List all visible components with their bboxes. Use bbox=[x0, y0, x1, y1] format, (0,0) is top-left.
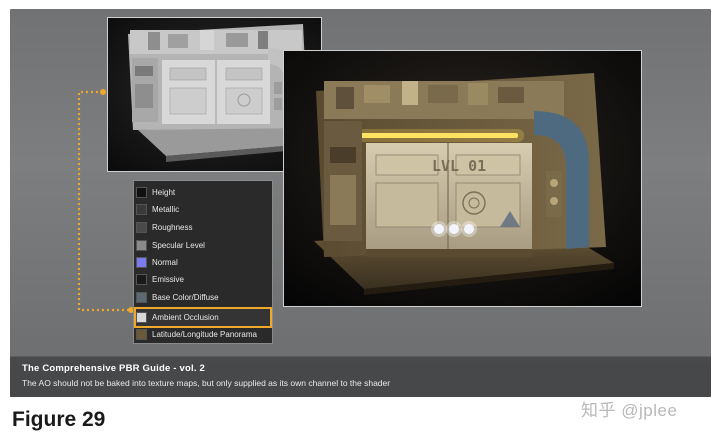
ambient-occlusion-swatch bbox=[136, 312, 147, 323]
channel-specular-level[interactable]: Specular Level bbox=[136, 237, 270, 254]
caption-title: The Comprehensive PBR Guide - vol. 2 bbox=[22, 363, 205, 374]
figure-panel: LVL 01 Height Metallic Roughness Specula… bbox=[10, 9, 711, 397]
specular-swatch bbox=[136, 240, 147, 251]
panorama-swatch bbox=[136, 329, 147, 340]
channel-label: Height bbox=[152, 188, 176, 197]
emissive-swatch bbox=[136, 274, 147, 285]
base-color-swatch bbox=[136, 292, 147, 303]
caption-bar: The Comprehensive PBR Guide - vol. 2 The… bbox=[10, 356, 711, 397]
channel-label: Normal bbox=[152, 258, 178, 267]
caption-text: The AO should not be baked into texture … bbox=[22, 378, 391, 388]
channel-panorama[interactable]: Latitude/Longitude Panorama bbox=[136, 326, 270, 343]
channel-height[interactable]: Height bbox=[136, 184, 270, 201]
channel-label: Specular Level bbox=[152, 241, 205, 250]
channel-label: Ambient Occlusion bbox=[152, 313, 219, 322]
channel-ambient-occlusion[interactable]: Ambient Occlusion bbox=[134, 307, 272, 328]
channel-roughness[interactable]: Roughness bbox=[136, 219, 270, 236]
watermark: 知乎 @jplee bbox=[581, 401, 678, 420]
channel-menu: Height Metallic Roughness Specular Level… bbox=[133, 180, 273, 344]
metallic-swatch bbox=[136, 204, 147, 215]
channel-normal[interactable]: Normal bbox=[136, 254, 270, 271]
height-swatch bbox=[136, 187, 147, 198]
channel-label: Latitude/Longitude Panorama bbox=[152, 330, 257, 339]
channel-emissive[interactable]: Emissive bbox=[136, 271, 270, 288]
figure-label: Figure 29 bbox=[12, 408, 106, 431]
channel-base-color[interactable]: Base Color/Diffuse bbox=[136, 289, 270, 306]
channel-label: Roughness bbox=[152, 223, 193, 232]
normal-swatch bbox=[136, 257, 147, 268]
roughness-swatch bbox=[136, 222, 147, 233]
channel-label: Emissive bbox=[152, 275, 185, 284]
channel-metallic[interactable]: Metallic bbox=[136, 201, 270, 218]
connector-line bbox=[77, 89, 134, 313]
channel-label: Metallic bbox=[152, 205, 180, 214]
channel-label: Base Color/Diffuse bbox=[152, 293, 219, 302]
